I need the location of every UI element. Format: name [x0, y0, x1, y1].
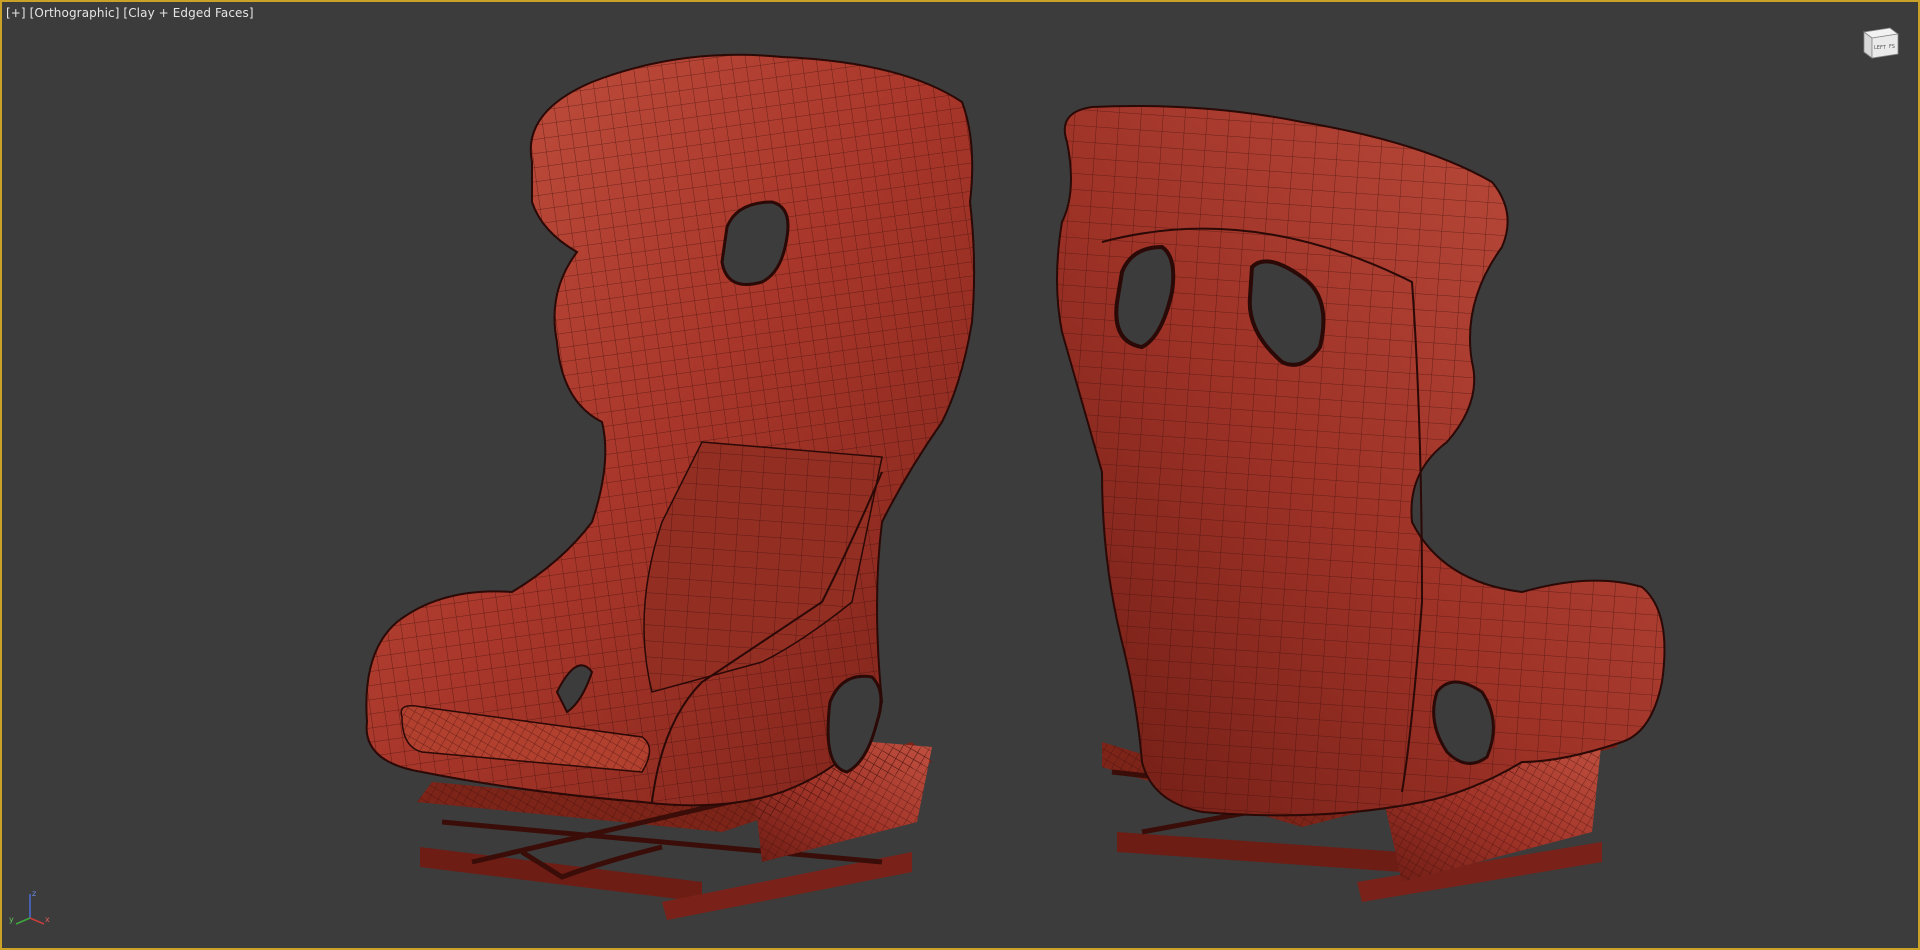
perspective-viewport[interactable]: [+] [Orthographic] [Clay + Edged Faces] …: [0, 0, 1920, 950]
viewcube[interactable]: LEFT FS: [1860, 24, 1902, 62]
viewcube-face-left[interactable]: LEFT: [1874, 45, 1887, 51]
racing-seat-front[interactable]: [365, 53, 976, 920]
viewport-label: [+] [Orthographic] [Clay + Edged Faces]: [6, 6, 254, 20]
axis-z-label: z: [32, 889, 36, 898]
axis-tripod: z y x: [9, 889, 50, 925]
viewport-scene[interactable]: [2, 2, 1918, 948]
axis-y-label: y: [9, 915, 14, 924]
axis-x-label: x: [45, 915, 50, 924]
viewport-point-of-view-label[interactable]: [Orthographic]: [30, 6, 120, 20]
viewport-menu-plus[interactable]: [+]: [6, 6, 26, 20]
viewcube-face-front[interactable]: FS: [1889, 44, 1895, 50]
racing-seat-back[interactable]: [1056, 105, 1666, 902]
viewport-shading-label[interactable]: [Clay + Edged Faces]: [123, 6, 253, 20]
